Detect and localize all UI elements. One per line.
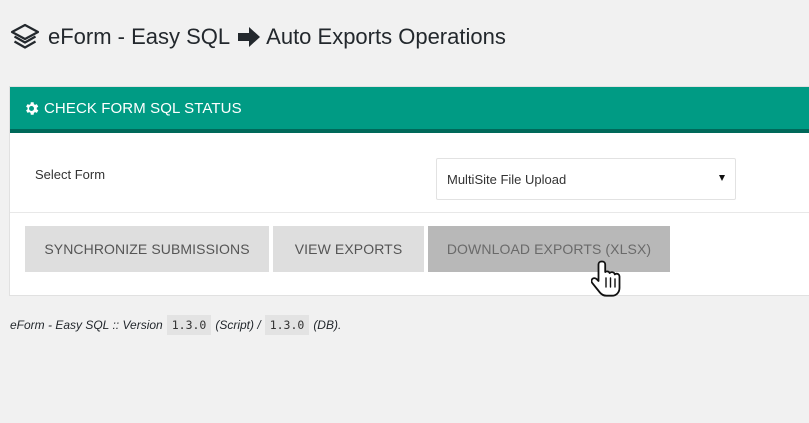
layers-icon <box>10 22 40 52</box>
page-title-left: eForm - Easy SQL <box>48 24 231 49</box>
page: eForm - Easy SQL Auto Exports Operations… <box>0 0 809 423</box>
form-select-value: MultiSite File Upload <box>447 171 567 187</box>
check-form-panel: CHECK FORM SQL STATUS Select Form MultiS… <box>9 86 809 296</box>
select-form-row: Select Form MultiSite File Upload <box>10 133 809 213</box>
panel-heading-text: CHECK FORM SQL STATUS <box>44 99 242 117</box>
panel-heading: CHECK FORM SQL STATUS <box>10 87 809 133</box>
gear-icon <box>23 100 40 117</box>
db-label: (DB). <box>313 318 342 332</box>
download-exports-button[interactable]: DOWNLOAD EXPORTS (XLSX) <box>428 226 670 272</box>
arrow-right-icon <box>237 26 261 48</box>
script-version: 1.3.0 <box>166 315 212 335</box>
footer-prefix: eForm - Easy SQL :: Version <box>10 318 163 332</box>
page-title-right: Auto Exports Operations <box>266 24 506 49</box>
view-exports-button[interactable]: VIEW EXPORTS <box>273 226 424 272</box>
select-form-label: Select Form <box>35 167 106 182</box>
page-header: eForm - Easy SQL Auto Exports Operations <box>10 20 506 54</box>
version-footer: eForm - Easy SQL :: Version 1.3.0 (Scrip… <box>10 315 341 335</box>
action-buttons: SYNCHRONIZE SUBMISSIONS VIEW EXPORTS DOW… <box>10 213 809 293</box>
db-version: 1.3.0 <box>264 315 310 335</box>
form-select[interactable]: MultiSite File Upload <box>436 158 736 200</box>
caret-down-icon <box>719 175 725 181</box>
synchronize-submissions-button[interactable]: SYNCHRONIZE SUBMISSIONS <box>25 226 269 272</box>
script-label: (Script) / <box>215 318 261 332</box>
